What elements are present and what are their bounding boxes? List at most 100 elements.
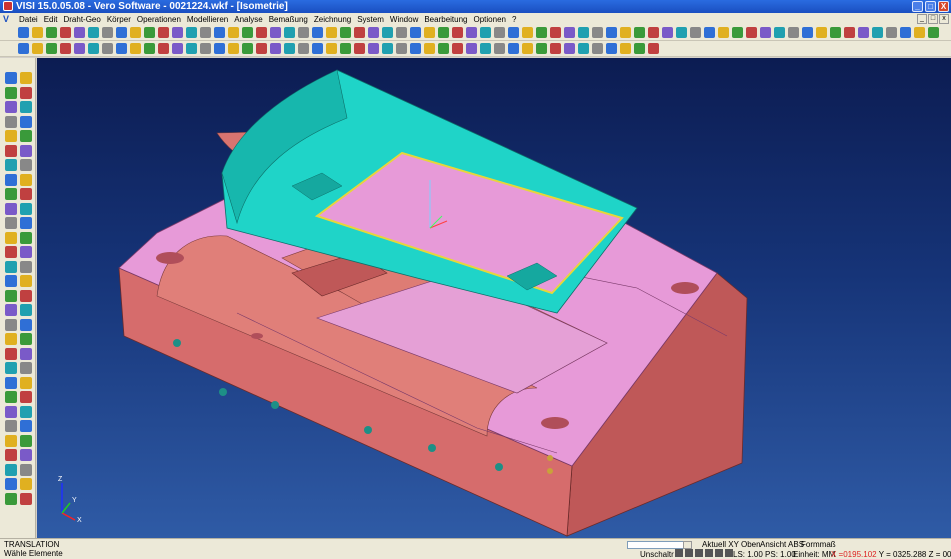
main-tool-icon[interactable] <box>620 27 631 38</box>
left-tool-icon[interactable] <box>20 159 32 171</box>
left-tool-icon[interactable] <box>20 362 32 374</box>
close-button[interactable]: X <box>938 1 949 12</box>
left-tool-icon[interactable] <box>20 246 32 258</box>
left-tool-icon[interactable] <box>5 362 17 374</box>
main-tool-icon[interactable] <box>816 27 827 38</box>
ops-tool-icon[interactable] <box>298 43 309 54</box>
menu-draht-geo[interactable]: Draht-Geo <box>60 15 103 24</box>
minimize-button[interactable]: _ <box>912 1 923 12</box>
main-tool-icon[interactable] <box>256 27 267 38</box>
ops-tool-icon[interactable] <box>340 43 351 54</box>
left-tool-icon[interactable] <box>20 130 32 142</box>
ops-tool-icon[interactable] <box>200 43 211 54</box>
ops-tool-icon[interactable] <box>634 43 645 54</box>
ops-tool-icon[interactable] <box>32 43 43 54</box>
menu-zeichnung[interactable]: Zeichnung <box>311 15 354 24</box>
main-tool-icon[interactable] <box>172 27 183 38</box>
ops-tool-icon[interactable] <box>130 43 141 54</box>
left-tool-icon[interactable] <box>5 101 17 113</box>
main-tool-icon[interactable] <box>788 27 799 38</box>
ops-tool-icon[interactable] <box>648 43 659 54</box>
left-tool-icon[interactable] <box>20 391 32 403</box>
left-tool-icon[interactable] <box>20 449 32 461</box>
main-tool-icon[interactable] <box>760 27 771 38</box>
main-tool-icon[interactable] <box>634 27 645 38</box>
main-tool-icon[interactable] <box>914 27 925 38</box>
main-tool-icon[interactable] <box>872 27 883 38</box>
left-tool-icon[interactable] <box>5 420 17 432</box>
main-tool-icon[interactable] <box>200 27 211 38</box>
main-tool-icon[interactable] <box>648 27 659 38</box>
ops-tool-icon[interactable] <box>354 43 365 54</box>
main-tool-icon[interactable] <box>298 27 309 38</box>
ops-tool-icon[interactable] <box>284 43 295 54</box>
main-tool-icon[interactable] <box>368 27 379 38</box>
ops-tool-icon[interactable] <box>368 43 379 54</box>
main-tool-icon[interactable] <box>354 27 365 38</box>
main-tool-icon[interactable] <box>410 27 421 38</box>
main-tool-icon[interactable] <box>662 27 673 38</box>
left-tool-icon[interactable] <box>5 318 17 331</box>
left-tool-icon[interactable] <box>5 434 17 447</box>
main-tool-icon[interactable] <box>606 27 617 38</box>
ops-tool-icon[interactable] <box>144 43 155 54</box>
ops-tool-icon[interactable] <box>452 43 463 54</box>
main-tool-icon[interactable] <box>46 27 57 38</box>
left-tool-icon[interactable] <box>20 333 32 345</box>
main-tool-icon[interactable] <box>522 27 533 38</box>
main-tool-icon[interactable] <box>382 27 393 38</box>
main-tool-icon[interactable] <box>480 27 491 38</box>
ops-tool-icon[interactable] <box>326 43 337 54</box>
left-tool-icon[interactable] <box>20 217 32 229</box>
left-tool-icon[interactable] <box>5 72 17 84</box>
main-tool-icon[interactable] <box>858 27 869 38</box>
3d-viewport[interactable]: X Y Z <box>37 58 951 538</box>
left-tool-icon[interactable] <box>5 333 17 345</box>
left-tool-icon[interactable] <box>5 376 17 389</box>
menu-operationen[interactable]: Operationen <box>134 15 184 24</box>
menu-bearbeitung[interactable]: Bearbeitung <box>421 15 470 24</box>
ops-tool-icon[interactable] <box>396 43 407 54</box>
main-tool-icon[interactable] <box>452 27 463 38</box>
mdi-minimize-button[interactable]: _ <box>917 14 927 24</box>
ops-tool-icon[interactable] <box>438 43 449 54</box>
main-tool-icon[interactable] <box>536 27 547 38</box>
lock-icon[interactable] <box>725 549 733 557</box>
ops-tool-icon[interactable] <box>606 43 617 54</box>
main-tool-icon[interactable] <box>886 27 897 38</box>
left-tool-icon[interactable] <box>5 115 17 128</box>
status-work-plane[interactable]: Aktuell XY Oben <box>702 540 761 549</box>
left-tool-icon[interactable] <box>20 376 32 389</box>
left-tool-icon[interactable] <box>5 217 17 229</box>
ops-tool-icon[interactable] <box>46 43 57 54</box>
main-tool-icon[interactable] <box>326 27 337 38</box>
ops-tool-icon[interactable] <box>60 43 71 54</box>
main-tool-icon[interactable] <box>438 27 449 38</box>
ops-tool-icon[interactable] <box>228 43 239 54</box>
left-tool-icon[interactable] <box>5 289 17 302</box>
ops-tool-icon[interactable] <box>18 43 29 54</box>
ops-tool-icon[interactable] <box>172 43 183 54</box>
main-tool-icon[interactable] <box>396 27 407 38</box>
left-tool-icon[interactable] <box>5 347 17 360</box>
left-tool-icon[interactable] <box>5 405 17 418</box>
left-tool-icon[interactable] <box>20 318 32 331</box>
status-snap[interactable]: Unschaltr <box>640 550 674 559</box>
ops-tool-icon[interactable] <box>88 43 99 54</box>
main-tool-icon[interactable] <box>592 27 603 38</box>
left-tool-icon[interactable] <box>5 492 17 505</box>
left-tool-icon[interactable] <box>5 478 17 490</box>
main-tool-icon[interactable] <box>830 27 841 38</box>
ops-tool-icon[interactable] <box>242 43 253 54</box>
main-tool-icon[interactable] <box>732 27 743 38</box>
left-tool-icon[interactable] <box>5 173 17 186</box>
menu-modellieren[interactable]: Modellieren <box>184 15 231 24</box>
main-tool-icon[interactable] <box>312 27 323 38</box>
ops-tool-icon[interactable] <box>186 43 197 54</box>
left-tool-icon[interactable] <box>5 202 17 215</box>
main-tool-icon[interactable] <box>690 27 701 38</box>
ops-tool-icon[interactable] <box>312 43 323 54</box>
left-tool-icon[interactable] <box>5 449 17 461</box>
main-tool-icon[interactable] <box>228 27 239 38</box>
main-tool-icon[interactable] <box>466 27 477 38</box>
